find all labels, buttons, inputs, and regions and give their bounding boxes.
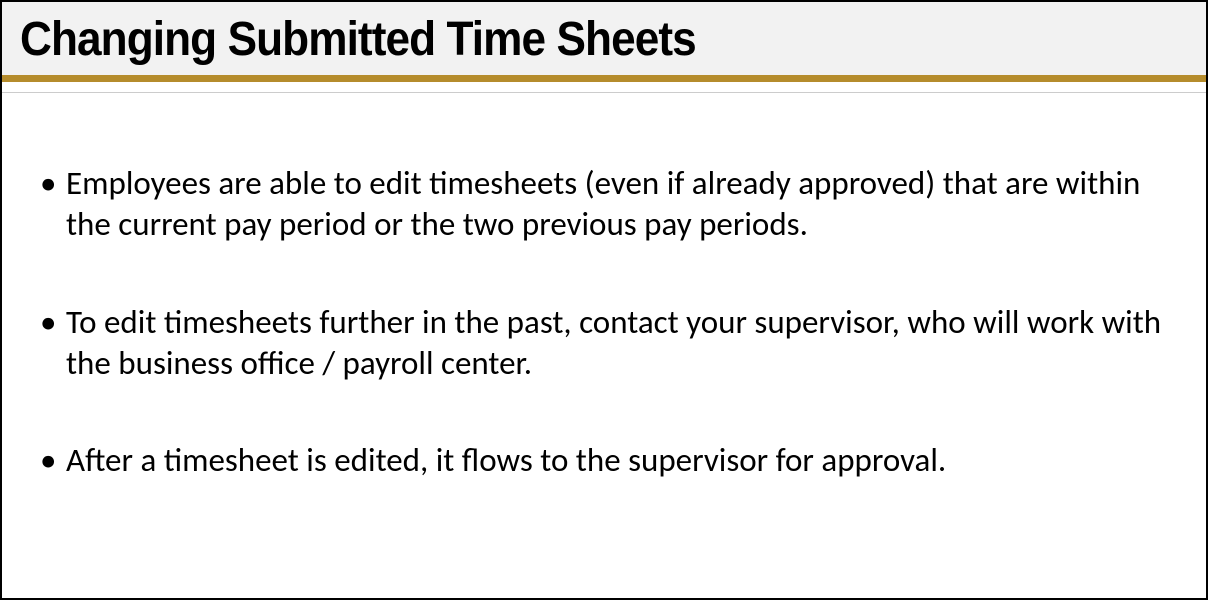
slide-header: Changing Submitted Time Sheets — [2, 2, 1206, 75]
accent-divider — [2, 75, 1206, 82]
slide-body: Employees are able to edit timesheets (e… — [2, 93, 1206, 557]
bullet-item: After a timesheet is edited, it flows to… — [38, 440, 1170, 481]
bullet-item: Employees are able to edit timesheets (e… — [38, 163, 1170, 246]
bullet-item: To edit timesheets further in the past, … — [38, 302, 1170, 385]
bullet-list: Employees are able to edit timesheets (e… — [38, 163, 1170, 481]
slide-title: Changing Submitted Time Sheets — [20, 12, 1095, 67]
